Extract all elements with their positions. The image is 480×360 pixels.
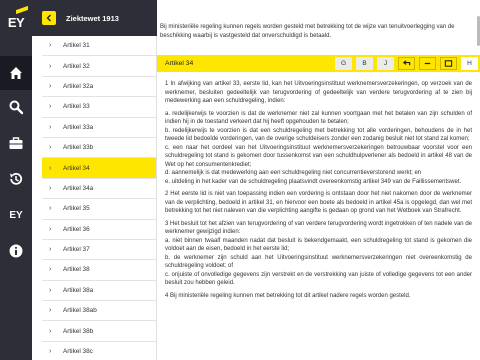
expand-button[interactable] <box>440 57 457 70</box>
previous-article-text: Bij ministeriële regeling kunnen regels … <box>160 24 455 39</box>
paragraph-1-c: c. een naar het oordeel van het Uitvoeri… <box>165 144 472 168</box>
paragraph-1-e: e. uitdeling in het kader van de schuldr… <box>165 178 462 185</box>
article-list-label: Artikel 32 <box>63 62 90 70</box>
chevron-right-icon: › <box>49 205 52 213</box>
paragraph-3-b: b. de werknemer zijn schuld aan het Uitv… <box>165 254 472 270</box>
chevron-right-icon: › <box>49 42 52 50</box>
ey-logo: EY <box>0 0 32 44</box>
article-list-label: Artikel 38 <box>63 266 90 274</box>
info-icon[interactable] <box>0 234 32 268</box>
briefcase-icon[interactable] <box>0 126 32 160</box>
article-list-item[interactable]: › Artikel 34 <box>42 158 156 179</box>
back-arrow-button[interactable] <box>398 57 415 70</box>
article-list-label: Artikel 36 <box>63 225 90 233</box>
chevron-left-icon <box>46 14 51 22</box>
chevron-right-icon: › <box>49 164 52 172</box>
article-list-item[interactable]: › Artikel 33 <box>42 97 156 118</box>
collapse-button[interactable] <box>419 57 436 70</box>
article-list-label: Artikel 33 <box>63 103 90 111</box>
square-icon <box>444 60 453 67</box>
chevron-right-icon: › <box>49 103 52 111</box>
history-icon[interactable] <box>0 162 32 196</box>
article-list-label: Artikel 32a <box>63 82 94 90</box>
article-title: Artikel 34 <box>165 60 194 67</box>
article-body: 1 In afwijking van artikel 33, eerste li… <box>165 80 472 304</box>
article-list-item[interactable]: › Artikel 33b <box>42 138 156 159</box>
article-list-label: Artikel 38ab <box>63 307 97 315</box>
search-icon[interactable] <box>0 90 32 124</box>
paragraph-1-b: b. redelijkerwijs te voorzien is dat een… <box>165 127 472 143</box>
minus-icon <box>424 62 431 65</box>
article-list-label: Artikel 38c <box>63 348 93 356</box>
article-list-label: Artikel 38b <box>63 327 94 335</box>
law-title: Ziektewet 1913 <box>66 13 119 23</box>
chevron-right-icon: › <box>49 327 52 335</box>
article-list-label: Artikel 33b <box>63 144 94 152</box>
article-list: › Artikel 31 › Artikel 32 › Artikel 32a › Artik… <box>42 36 157 360</box>
chevron-right-icon: › <box>49 225 52 233</box>
article-list-item[interactable]: › Artikel 38c <box>42 342 156 360</box>
title-bar: Ziektewet 1913 <box>32 0 157 36</box>
article-list-item[interactable]: › Artikel 32 <box>42 56 156 77</box>
article-toolbar: Artikel 34 G B J H <box>157 55 480 72</box>
chevron-right-icon: › <box>49 307 52 315</box>
chevron-right-icon: › <box>49 266 52 274</box>
article-list-label: Artikel 34 <box>63 164 90 172</box>
article-list-item[interactable]: › Artikel 35 <box>42 199 156 220</box>
toolbar-button-g[interactable]: G <box>335 57 352 70</box>
paragraph-1-intro: 1 In afwijking van artikel 33, eerste li… <box>165 81 472 104</box>
paragraph-3-c: c. onjuiste of onvolledige gegevens zijn… <box>165 271 472 287</box>
paragraph-3-intro: 3 Het besluit tot het afzien van terugvo… <box>165 220 472 236</box>
chevron-right-icon: › <box>49 246 52 254</box>
article-list-label: Artikel 33a <box>63 123 94 131</box>
chevron-right-icon: › <box>49 286 52 294</box>
article-list-item[interactable]: › Artikel 37 <box>42 240 156 261</box>
back-button[interactable] <box>42 11 56 25</box>
article-content: Bij ministeriële regeling kunnen regels … <box>157 0 480 360</box>
article-list-item[interactable]: › Artikel 31 <box>42 36 156 57</box>
chevron-right-icon: › <box>49 62 52 70</box>
chevron-right-icon: › <box>49 144 52 152</box>
article-list-label: Artikel 31 <box>63 42 90 50</box>
chevron-right-icon: › <box>49 348 52 356</box>
article-list-item[interactable]: › Artikel 34a <box>42 179 156 200</box>
paragraph-1-a: a. redelijkerwijs te voorzien is dat de … <box>165 110 472 126</box>
app-window: EY EY Ziektewet 1913 › Artikel 31 › Artikel… <box>0 0 480 360</box>
ey-logo-icon[interactable]: EY <box>0 198 32 232</box>
toolbar-button-b[interactable]: B <box>356 57 373 70</box>
paragraph-4: 4 Bij ministeriële regeling kunnen met b… <box>165 292 411 299</box>
icon-rail: EY EY <box>0 0 32 360</box>
scrollbar[interactable] <box>476 0 480 360</box>
article-list-item[interactable]: › Artikel 38ab <box>42 301 156 322</box>
article-list-label: Artikel 35 <box>63 205 90 213</box>
article-list-item[interactable]: › Artikel 33a <box>42 118 156 138</box>
article-list-item[interactable]: › Artikel 36 <box>42 220 156 240</box>
article-list-label: Artikel 34a <box>63 184 94 192</box>
chevron-right-icon: › <box>49 82 52 90</box>
article-list-item[interactable]: › Artikel 38a <box>42 281 156 302</box>
paragraph-2: 2 Het eerste lid is niet van toepassing … <box>165 191 472 214</box>
chevron-right-icon: › <box>49 184 52 192</box>
paragraph-1-d: d. aannemelijk is dat medewerking aan ee… <box>165 170 422 176</box>
article-list-label: Artikel 38a <box>63 286 94 294</box>
article-list-item[interactable]: › Artikel 32a <box>42 77 156 98</box>
article-list-item[interactable]: › Artikel 38 <box>42 260 156 281</box>
article-list-item[interactable]: › Artikel 38b <box>42 321 156 342</box>
paragraph-3-a: a. niet binnen twaalf maanden nadat dat … <box>165 237 472 253</box>
home-icon[interactable] <box>0 56 32 90</box>
chevron-right-icon: › <box>49 123 52 131</box>
article-list-label: Artikel 37 <box>63 246 90 254</box>
toolbar-button-j[interactable]: J <box>377 57 394 70</box>
back-arrow-icon <box>402 60 411 66</box>
